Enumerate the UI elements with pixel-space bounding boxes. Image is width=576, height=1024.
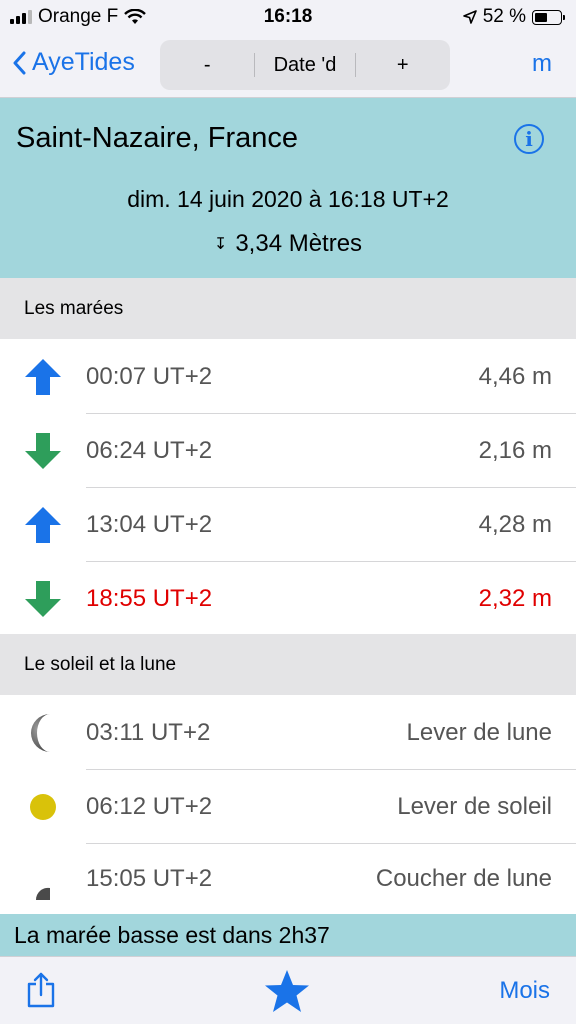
date-segment[interactable]: Date 'd bbox=[255, 40, 354, 90]
back-button[interactable]: AyeTides bbox=[12, 48, 135, 77]
next-tide-banner: La marée basse est dans 2h37 bbox=[0, 914, 576, 956]
event-label: Lever de soleil bbox=[397, 793, 552, 820]
moon-icon bbox=[0, 713, 86, 753]
navigation-bar: AyeTides - Date 'd + m bbox=[0, 34, 576, 98]
battery-fill bbox=[535, 12, 548, 22]
arrow-down-icon bbox=[0, 431, 86, 471]
chevron-left-icon bbox=[13, 51, 26, 74]
tide-height: 4,46 m bbox=[478, 363, 552, 390]
tide-row: 18:55 UT+2 2,32 m bbox=[0, 562, 576, 636]
favorite-star-icon[interactable] bbox=[264, 969, 310, 1018]
location-arrow-icon bbox=[462, 10, 477, 24]
current-height: ↧ 3,34 Mètres bbox=[0, 230, 576, 258]
sun-moon-row: 03:11 UT+2 Lever de lune bbox=[0, 696, 576, 770]
date-segmented-control: - Date 'd + bbox=[160, 40, 450, 90]
unit-toggle-button[interactable]: m bbox=[532, 50, 552, 78]
previous-date-segment[interactable]: - bbox=[160, 40, 254, 90]
tide-row: 00:07 UT+2 4,46 m bbox=[0, 340, 576, 414]
status-right: 52 % bbox=[462, 6, 565, 28]
arrow-up-icon bbox=[0, 505, 86, 545]
event-time: 06:12 UT+2 bbox=[86, 793, 213, 820]
location-title: Saint-Nazaire, France bbox=[16, 122, 299, 154]
tide-row: 13:04 UT+2 4,28 m bbox=[0, 488, 576, 562]
status-bar: Orange F 16:18 52 % bbox=[0, 0, 576, 34]
share-icon[interactable] bbox=[26, 971, 56, 1014]
event-time: 03:11 UT+2 bbox=[86, 719, 211, 746]
tide-time: 13:04 UT+2 bbox=[86, 511, 213, 538]
event-time: 15:05 UT+2 bbox=[86, 865, 213, 892]
tide-height: 2,16 m bbox=[478, 437, 552, 464]
info-icon[interactable]: i bbox=[514, 124, 544, 154]
sun-moon-section-header: Le soleil et la lune bbox=[0, 634, 576, 695]
tides-section-header: Les marées bbox=[0, 278, 576, 339]
back-button-label: AyeTides bbox=[32, 48, 135, 76]
event-label: Coucher de lune bbox=[375, 865, 552, 892]
arrow-down-icon bbox=[0, 579, 86, 619]
event-label: Lever de lune bbox=[406, 719, 552, 746]
tide-height: 4,28 m bbox=[478, 511, 552, 538]
month-button[interactable]: Mois bbox=[499, 977, 550, 1005]
arrow-up-icon bbox=[0, 357, 86, 397]
tide-time: 00:07 UT+2 bbox=[86, 363, 213, 390]
bottom-toolbar: Mois bbox=[0, 956, 576, 1024]
tide-time: 18:55 UT+2 bbox=[86, 585, 213, 612]
height-value: 3,34 Mètres bbox=[235, 230, 363, 257]
tide-row: 06:24 UT+2 2,16 m bbox=[0, 414, 576, 488]
sun-moon-row: 06:12 UT+2 Lever de soleil bbox=[0, 770, 576, 844]
moon-set-icon bbox=[0, 886, 86, 914]
falling-tide-icon: ↧ bbox=[213, 236, 228, 253]
sun-moon-row: 15:05 UT+2 Coucher de lune bbox=[0, 844, 576, 914]
tide-time: 06:24 UT+2 bbox=[86, 437, 213, 464]
sun-icon bbox=[0, 792, 86, 822]
location-header: Saint-Nazaire, France i dim. 14 juin 202… bbox=[0, 98, 576, 278]
tide-height: 2,32 m bbox=[478, 585, 552, 612]
current-date: dim. 14 juin 2020 à 16:18 UT+2 bbox=[127, 186, 449, 212]
next-date-segment[interactable]: + bbox=[356, 40, 450, 90]
battery-percent: 52 % bbox=[482, 6, 526, 27]
battery-icon bbox=[532, 9, 565, 25]
